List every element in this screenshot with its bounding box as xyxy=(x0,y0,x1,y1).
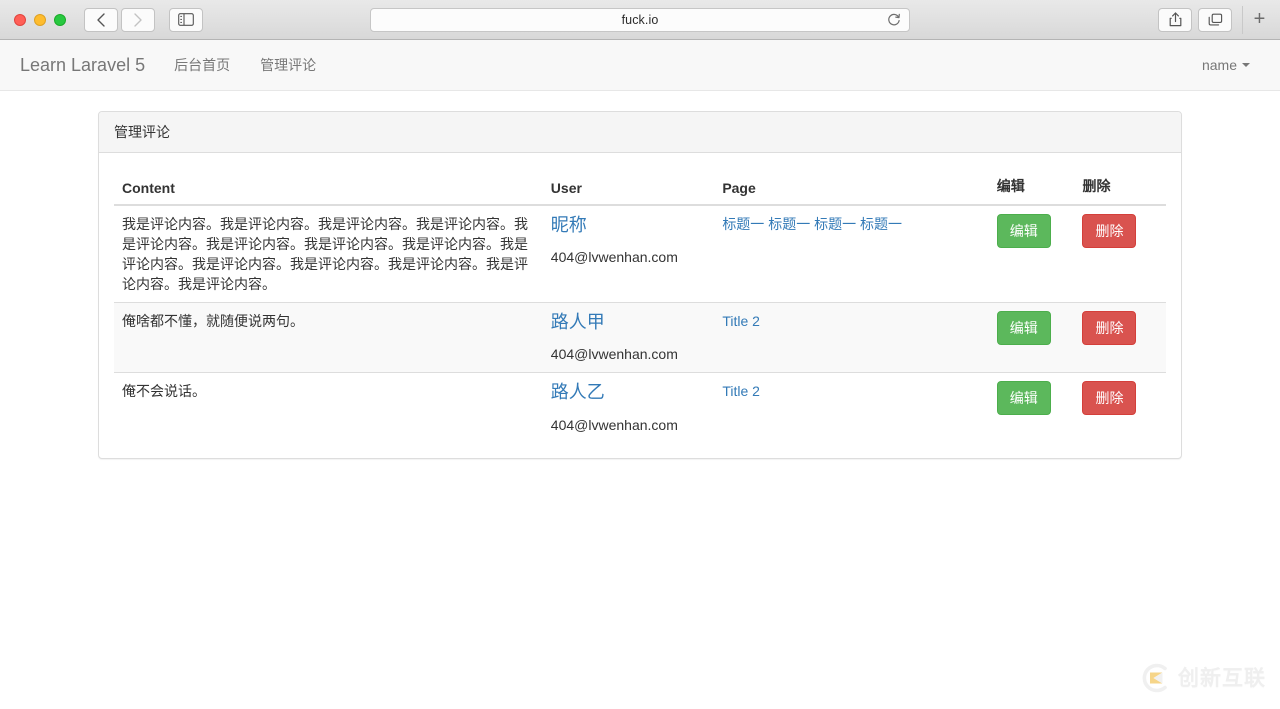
page-link[interactable]: Title 2 xyxy=(722,383,760,399)
page-title: 管理评论 xyxy=(114,122,1166,142)
edit-button[interactable]: 编辑 xyxy=(997,311,1051,345)
cell-edit: 编辑 xyxy=(989,205,1075,303)
cell-user: 路人乙 404@lvwenhan.com xyxy=(543,373,715,443)
nav-link-dashboard[interactable]: 后台首页 xyxy=(159,57,245,73)
forward-button[interactable] xyxy=(121,8,155,32)
column-header-edit: 编辑 xyxy=(989,168,1075,205)
page-container: 管理评论 Content User Page 编辑 删除 xyxy=(70,91,1210,459)
watermark: 创新互联 xyxy=(1138,661,1266,695)
column-header-user: User xyxy=(543,168,715,205)
share-icon xyxy=(1169,12,1182,27)
user-name-link[interactable]: 路人甲 xyxy=(551,311,707,334)
site-navbar: Learn Laravel 5 后台首页 管理评论 name xyxy=(0,40,1280,91)
cell-page: Title 2 xyxy=(714,373,988,443)
address-bar[interactable]: fuck.io xyxy=(370,8,910,32)
delete-button[interactable]: 删除 xyxy=(1082,214,1136,248)
cell-content: 俺啥都不懂，就随便说两句。 xyxy=(114,303,543,373)
navbar-brand[interactable]: Learn Laravel 5 xyxy=(20,55,145,75)
close-window-button[interactable] xyxy=(14,14,26,26)
cell-delete: 删除 xyxy=(1074,205,1166,303)
column-header-page: Page xyxy=(714,168,988,205)
cell-content: 我是评论内容。我是评论内容。我是评论内容。我是评论内容。我是评论内容。我是评论内… xyxy=(114,205,543,303)
cell-delete: 删除 xyxy=(1074,303,1166,373)
table-row: 我是评论内容。我是评论内容。我是评论内容。我是评论内容。我是评论内容。我是评论内… xyxy=(114,205,1166,303)
edit-button[interactable]: 编辑 xyxy=(997,214,1051,248)
url-text: fuck.io xyxy=(622,13,659,27)
navigation-buttons xyxy=(84,8,155,32)
nav-item: 管理评论 xyxy=(245,55,331,75)
panel-body: Content User Page 编辑 删除 我是评论内容。我是评论内容。我是… xyxy=(99,153,1181,458)
window-controls xyxy=(14,14,66,26)
delete-button[interactable]: 删除 xyxy=(1082,381,1136,415)
chevron-right-icon xyxy=(133,13,143,27)
cell-edit: 编辑 xyxy=(989,303,1075,373)
reload-icon xyxy=(887,13,901,27)
sidebar-icon xyxy=(178,13,194,26)
user-name-link[interactable]: 路人乙 xyxy=(551,381,707,404)
new-tab-button[interactable]: + xyxy=(1242,6,1270,34)
table-row: 俺不会说话。 路人乙 404@lvwenhan.com Title 2 编辑 xyxy=(114,373,1166,443)
maximize-window-button[interactable] xyxy=(54,14,66,26)
cell-user: 路人甲 404@lvwenhan.com xyxy=(543,303,715,373)
edit-button[interactable]: 编辑 xyxy=(997,381,1051,415)
column-header-delete: 删除 xyxy=(1074,168,1166,205)
page-link[interactable]: 标题一 标题一 标题一 标题一 xyxy=(722,216,902,232)
reload-button[interactable] xyxy=(887,13,901,27)
page-link[interactable]: Title 2 xyxy=(722,313,760,329)
comments-panel: 管理评论 Content User Page 编辑 删除 xyxy=(98,111,1182,459)
share-button[interactable] xyxy=(1158,8,1192,32)
nav-item: 后台首页 xyxy=(159,55,245,75)
comments-table: Content User Page 编辑 删除 我是评论内容。我是评论内容。我是… xyxy=(114,168,1166,443)
cell-page: Title 2 xyxy=(714,303,988,373)
cell-content: 俺不会说话。 xyxy=(114,373,543,443)
chevron-left-icon xyxy=(96,13,106,27)
browser-toolbar: fuck.io + xyxy=(0,0,1280,40)
navbar-right: name xyxy=(1202,57,1260,73)
cell-edit: 编辑 xyxy=(989,373,1075,443)
cell-user: 昵称 404@lvwenhan.com xyxy=(543,205,715,303)
navbar-links: 后台首页 管理评论 xyxy=(159,55,331,75)
table-body: 我是评论内容。我是评论内容。我是评论内容。我是评论内容。我是评论内容。我是评论内… xyxy=(114,205,1166,443)
column-header-content: Content xyxy=(114,168,543,205)
show-tabs-button[interactable] xyxy=(1198,8,1232,32)
user-email: 404@lvwenhan.com xyxy=(551,344,707,364)
table-head: Content User Page 编辑 删除 xyxy=(114,168,1166,205)
user-name-link[interactable]: 昵称 xyxy=(551,214,707,237)
page-viewport: Learn Laravel 5 后台首页 管理评论 name 管理评论 xyxy=(0,40,1280,709)
watermark-text: 创新互联 xyxy=(1178,668,1266,689)
user-email: 404@lvwenhan.com xyxy=(551,247,707,267)
panel-heading: 管理评论 xyxy=(99,112,1181,153)
table-header-row: Content User Page 编辑 删除 xyxy=(114,168,1166,205)
user-dropdown[interactable]: name xyxy=(1202,57,1250,73)
minimize-window-button[interactable] xyxy=(34,14,46,26)
delete-button[interactable]: 删除 xyxy=(1082,311,1136,345)
cell-delete: 删除 xyxy=(1074,373,1166,443)
toolbar-right-group: + xyxy=(1158,6,1272,34)
table-row: 俺啥都不懂，就随便说两句。 路人甲 404@lvwenhan.com Title… xyxy=(114,303,1166,373)
user-email: 404@lvwenhan.com xyxy=(551,415,707,435)
chevron-down-icon xyxy=(1242,63,1250,67)
cell-page: 标题一 标题一 标题一 标题一 xyxy=(714,205,988,303)
user-dropdown-label: name xyxy=(1202,57,1237,73)
tabs-icon xyxy=(1208,13,1223,27)
sidebar-toggle-button[interactable] xyxy=(169,8,203,32)
circle-logo-icon xyxy=(1138,661,1172,695)
nav-link-manage-comments[interactable]: 管理评论 xyxy=(245,57,331,73)
back-button[interactable] xyxy=(84,8,118,32)
